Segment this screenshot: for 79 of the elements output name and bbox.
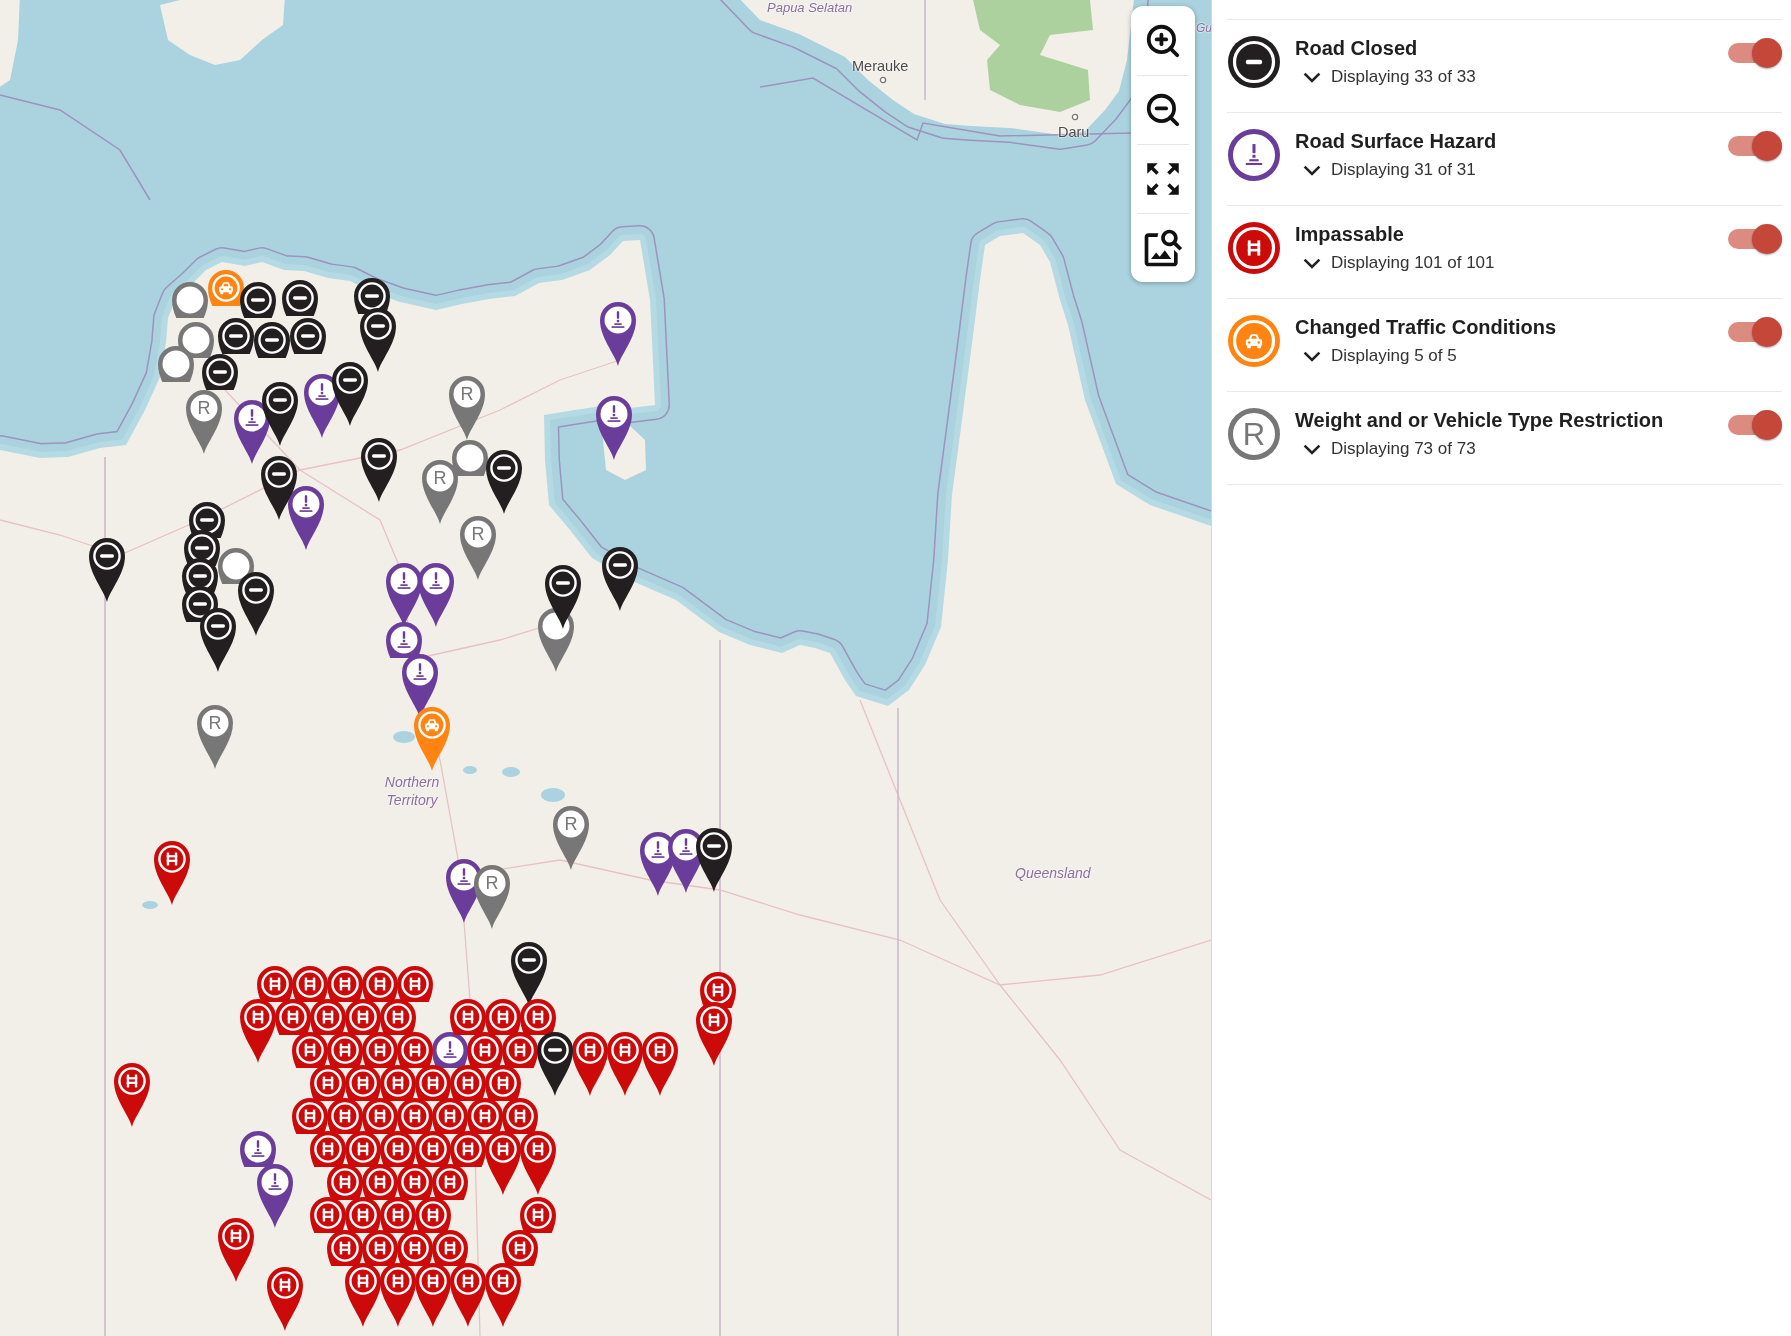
region-label: Northern Territory <box>383 773 441 809</box>
lake-icon <box>541 788 565 802</box>
map-pin-icon[interactable] <box>519 999 556 1035</box>
expand-button[interactable]: Displaying 101 of 101 <box>1295 252 1495 274</box>
map-pin-icon[interactable] <box>89 538 125 602</box>
car-sign-icon <box>1228 315 1280 367</box>
map-pin-icon[interactable] <box>202 354 238 390</box>
toggle-switch[interactable] <box>1728 38 1782 68</box>
toggle-switch[interactable] <box>1728 131 1782 161</box>
map-pin-icon[interactable] <box>254 322 290 358</box>
chevron-down-icon <box>1303 350 1321 362</box>
region-label: Queensland <box>1015 864 1091 882</box>
layer-title: Road Surface Hazard <box>1295 129 1497 153</box>
map-pin-icon[interactable] <box>361 438 397 502</box>
map-pin[interactable]: R <box>186 390 222 454</box>
map-pin-icon[interactable] <box>449 1065 486 1101</box>
map-pin[interactable]: R <box>422 460 458 524</box>
map-pin[interactable]: R <box>553 806 589 870</box>
lake-icon <box>502 767 520 777</box>
layer-title: Weight and or Vehicle Type Restriction <box>1295 408 1664 432</box>
town-label: Daru <box>1058 123 1090 141</box>
map-pin-icon[interactable] <box>288 486 324 550</box>
map-pin-icon[interactable] <box>257 1164 293 1228</box>
map-pin-icon[interactable] <box>596 396 632 460</box>
map-pin[interactable]: R <box>460 516 496 580</box>
barrier-sign-icon <box>1228 222 1280 274</box>
map-pin-icon[interactable] <box>261 456 297 520</box>
map-pin-icon[interactable] <box>290 318 326 354</box>
zoom-out-icon <box>1144 91 1182 129</box>
town-dot-icon <box>879 76 887 84</box>
map-pin-icon[interactable] <box>354 278 390 314</box>
map-pin-icon[interactable] <box>240 282 276 318</box>
expand-button[interactable]: Displaying 5 of 5 <box>1295 345 1457 367</box>
map-pin-icon[interactable] <box>537 1032 573 1096</box>
chevron-down-icon <box>1303 71 1321 83</box>
layer-title: Road Closed <box>1295 36 1418 60</box>
map-pin-icon[interactable] <box>332 362 368 426</box>
region-label: Papua Selatan <box>767 0 853 16</box>
map-pin-icon[interactable] <box>282 280 318 316</box>
map-pin-icon[interactable] <box>182 586 218 622</box>
region-label: Gu <box>1196 21 1211 36</box>
map-pin[interactable]: R <box>197 705 233 769</box>
map-pin-icon[interactable] <box>600 302 636 366</box>
map-pin-icon[interactable] <box>418 563 454 627</box>
map-pin[interactable]: R <box>474 865 510 929</box>
map-pin-icon[interactable] <box>234 400 270 464</box>
map-pin-icon[interactable] <box>304 374 340 438</box>
layer-title: Impassable <box>1295 222 1404 246</box>
toggle-switch[interactable] <box>1728 224 1782 254</box>
chevron-down-icon <box>1303 257 1321 269</box>
exclamation-sign-icon <box>1228 129 1280 181</box>
map-pin[interactable]: R <box>449 376 485 440</box>
chevron-down-icon <box>1303 443 1321 455</box>
lake-icon <box>393 731 415 743</box>
map-pin-icon[interactable] <box>486 450 522 514</box>
map-pin-icon[interactable] <box>602 547 638 611</box>
chevron-down-icon <box>1303 164 1321 176</box>
map-pin-icon[interactable] <box>238 572 274 636</box>
map-pin-icon[interactable] <box>414 1065 451 1101</box>
expand-button[interactable]: Displaying 73 of 73 <box>1295 438 1476 460</box>
map-pin-icon[interactable] <box>200 608 236 672</box>
map-pin-icon[interactable] <box>262 382 298 446</box>
map-pin-icon[interactable] <box>208 270 244 306</box>
minus-sign-icon <box>1228 36 1280 88</box>
lake-icon <box>142 901 158 909</box>
expand-button[interactable]: Displaying 33 of 33 <box>1295 66 1476 88</box>
toggle-switch[interactable] <box>1728 410 1782 440</box>
map-pin-icon[interactable] <box>545 565 581 629</box>
map-pin-icon[interactable] <box>360 308 396 372</box>
expand-button[interactable]: Displaying 31 of 31 <box>1295 159 1476 181</box>
map-pin-icon[interactable] <box>218 318 254 354</box>
map-pin-icon[interactable] <box>189 502 225 538</box>
layer-title: Changed Traffic Conditions <box>1295 315 1557 339</box>
circled-letter-sign: R <box>1228 408 1280 460</box>
town-label: Merauke <box>852 57 909 75</box>
lake-icon <box>463 766 477 774</box>
town-dot-icon <box>1071 113 1079 121</box>
toggle-switch[interactable] <box>1728 317 1782 347</box>
map-pin-icon[interactable] <box>696 828 732 892</box>
